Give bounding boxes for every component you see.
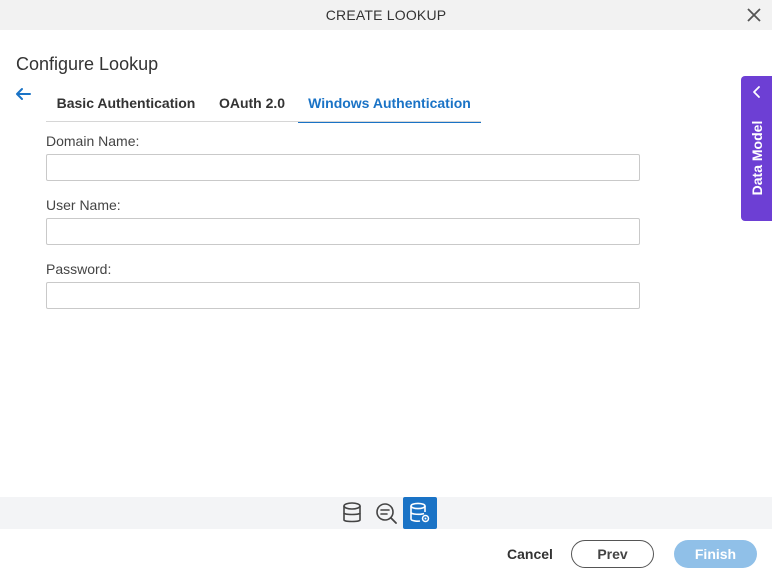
- password-label: Password:: [46, 261, 112, 277]
- user-name-input[interactable]: [46, 218, 640, 245]
- chevron-left-icon: [753, 86, 760, 98]
- user-name-label: User Name:: [46, 197, 121, 213]
- tab-windows-authentication[interactable]: Windows Authentication: [298, 88, 481, 123]
- data-model-panel-toggle[interactable]: Data Model: [741, 76, 772, 221]
- domain-name-input[interactable]: [46, 154, 640, 181]
- database-icon: [343, 502, 361, 523]
- domain-name-label: Domain Name:: [46, 133, 140, 149]
- auth-tabs: Basic Authentication OAuth 2.0 Windows A…: [46, 88, 481, 123]
- prev-button[interactable]: Prev: [571, 540, 654, 568]
- cancel-button[interactable]: Cancel: [500, 541, 560, 567]
- close-icon[interactable]: [744, 5, 764, 25]
- password-input[interactable]: [46, 282, 640, 309]
- finish-button[interactable]: Finish: [674, 540, 757, 568]
- search-filter-icon: [376, 503, 397, 524]
- tab-oauth[interactable]: OAuth 2.0: [206, 88, 298, 122]
- step-authentication[interactable]: [403, 497, 437, 529]
- database-settings-icon: [410, 502, 430, 523]
- dialog-title: CREATE LOOKUP: [325, 7, 447, 23]
- wizard-step-bar: [0, 497, 772, 529]
- back-arrow-icon[interactable]: [14, 86, 32, 102]
- data-model-label: Data Model: [749, 120, 765, 196]
- step-query[interactable]: [369, 497, 403, 529]
- dialog-titlebar: CREATE LOOKUP: [0, 0, 772, 30]
- step-datasource[interactable]: [335, 497, 369, 529]
- page-title: Configure Lookup: [16, 54, 159, 74]
- tab-basic-authentication[interactable]: Basic Authentication: [46, 88, 206, 122]
